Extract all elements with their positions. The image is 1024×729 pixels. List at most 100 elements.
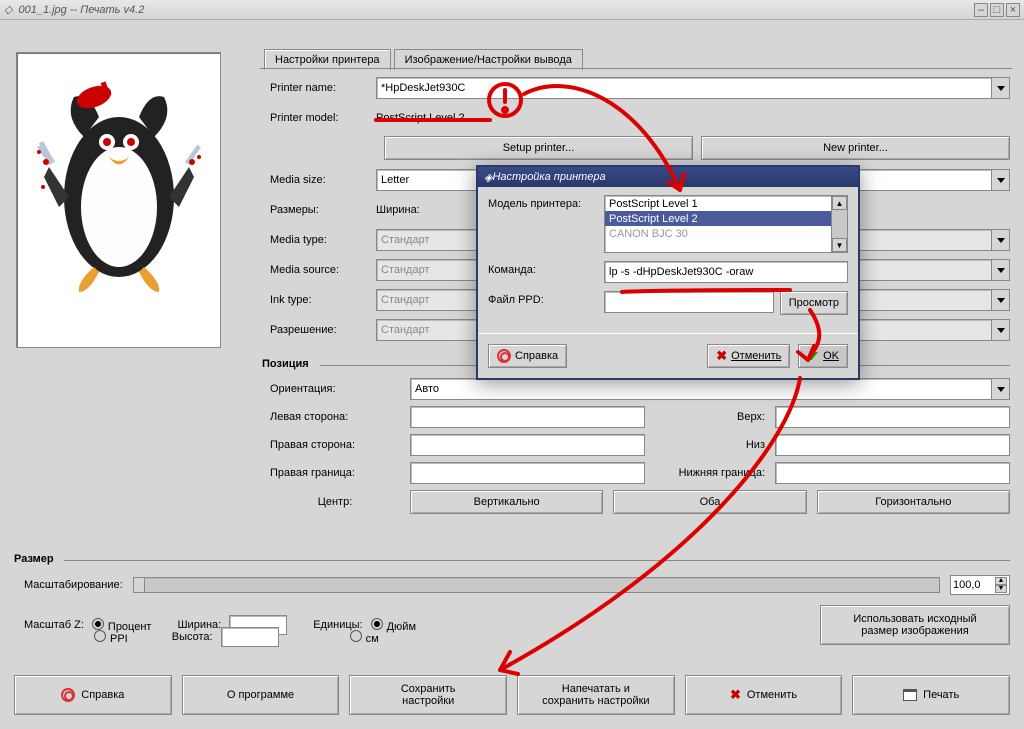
orientation-label: Ориентация: [270,383,400,395]
help-button[interactable]: Справка [14,675,172,715]
close-icon: × [1010,4,1016,16]
tab-strip: Настройки принтера Изображение/Настройки… [264,48,583,69]
cancel-icon: ✖ [716,348,727,364]
printer-setup-dialog: ◈ Настройка принтера Модель принтера: Po… [476,165,860,380]
modal-separator [478,333,858,334]
scroll-up-icon[interactable]: ▲ [832,196,847,210]
radio-icon [350,630,362,642]
list-item-selected[interactable]: PostScript Level 2 [605,211,847,226]
about-button[interactable]: О программе [182,675,340,715]
size-form: Масштабирование: 100,0 ▲▼ Масштаб Z: Про… [24,575,1010,647]
dropdown-icon[interactable] [991,170,1009,190]
cancel-button[interactable]: ✖Отменить [685,675,843,715]
new-printer-button[interactable]: New printer... [701,136,1010,160]
scaling-spinner[interactable]: 100,0 ▲▼ [950,575,1010,595]
command-value: lp -s -dHpDeskJet930C -oraw [609,266,753,278]
resolution-label: Разрешение: [270,324,370,336]
radio-icon [92,618,104,630]
orientation-value: Авто [415,383,439,395]
modal-help-button[interactable]: Справка [488,344,567,368]
printer-name-dropdown[interactable]: *HpDeskJet930C [376,77,1010,99]
listbox-scrollbar[interactable]: ▲▼ [831,196,847,252]
maximize-icon: □ [994,4,1001,16]
slider-thumb[interactable] [133,577,145,593]
dropdown-icon[interactable] [991,230,1009,250]
tab-underline [260,68,1012,69]
printer-model-listbox[interactable]: PostScript Level 1 PostScript Level 2 CA… [604,195,848,253]
save-settings-button[interactable]: Сохранить настройки [349,675,507,715]
print-icon [903,689,917,701]
list-item[interactable]: PostScript Level 1 [605,196,847,211]
position-section-label: Позиция [262,358,309,370]
tab-printer-settings[interactable]: Настройки принтера [264,49,391,70]
center-vertical-button[interactable]: Вертикально [410,490,603,514]
spin-down-icon[interactable]: ▼ [995,585,1007,593]
print-button[interactable]: Печать [852,675,1010,715]
bottom-input[interactable] [775,434,1010,456]
scaling-slider[interactable] [133,577,940,593]
close-button[interactable]: × [1006,3,1020,17]
size-section-label: Размер [14,553,54,565]
list-item[interactable]: CANON BJC 30 [605,226,847,241]
dropdown-icon[interactable] [991,260,1009,280]
media-size-value: Letter [381,174,409,186]
browse-button[interactable]: Просмотр [780,291,848,315]
dropdown-icon[interactable] [991,78,1009,98]
bottom-border-label: Нижняя граница: [655,467,765,479]
dialog-title: Настройка принтера [492,171,605,183]
modal-ppd-label: Файл PPD: [488,291,598,306]
scroll-track[interactable] [832,210,847,238]
modal-cancel-button[interactable]: ✖Отменить [707,344,790,368]
width-label: Ширина: [177,619,221,631]
top-input[interactable] [775,406,1010,428]
right-side-input[interactable] [410,434,645,456]
dialog-titlebar[interactable]: ◈ Настройка принтера [478,167,858,187]
radio-ppi[interactable]: PPI [94,630,128,645]
print-and-save-button[interactable]: Напечатать и сохранить настройки [517,675,675,715]
right-border-input[interactable] [410,462,645,484]
height-input[interactable] [221,627,279,647]
center-horizontal-button[interactable]: Горизонтально [817,490,1010,514]
radio-icon [371,618,383,630]
help-icon [497,349,511,363]
scale-z-label: Масштаб Z: [24,619,84,631]
ink-type-label: Ink type: [270,294,370,306]
window-icon: ◇ [4,3,12,16]
dimensions-label: Размеры: [270,204,370,216]
command-input[interactable]: lp -s -dHpDeskJet930C -oraw [604,261,848,283]
height-label: Высота: [172,631,213,643]
orientation-dropdown[interactable]: Авто [410,378,1010,400]
setup-printer-button[interactable]: Setup printer... [384,136,693,160]
center-both-button[interactable]: Оба [613,490,806,514]
ink-type-value: Стандарт [381,294,430,306]
ppd-input[interactable] [604,291,774,313]
printer-name-label: Printer name: [270,82,370,94]
media-size-label: Media size: [270,174,370,186]
radio-cm[interactable]: см [350,630,379,645]
image-preview [16,52,221,348]
top-label: Верх: [655,411,765,423]
minimize-button[interactable]: – [974,3,988,17]
cancel-icon: ✖ [730,687,741,703]
width-sublabel: Ширина: [376,204,420,216]
right-border-label: Правая граница: [270,467,400,479]
dropdown-icon[interactable] [991,320,1009,340]
spin-up-icon[interactable]: ▲ [995,577,1007,585]
use-original-size-button[interactable]: Использовать исходный размер изображения [820,605,1010,645]
printer-model-value: PostScript Level 2 [376,112,465,124]
window-title: 001_1.jpg -- Печать v4.2 [18,4,144,16]
tab-output-settings[interactable]: Изображение/Настройки вывода [394,49,583,70]
position-form: Ориентация: Авто Левая сторона: Верх: Пр… [270,378,1010,520]
dropdown-icon[interactable] [991,379,1009,399]
resolution-value: Стандарт [381,324,430,336]
ok-icon: ✔ [807,348,819,365]
scroll-down-icon[interactable]: ▼ [832,238,847,252]
bottom-border-input[interactable] [775,462,1010,484]
left-side-label: Левая сторона: [270,411,400,423]
modal-ok-button[interactable]: ✔OK [798,344,848,368]
maximize-button[interactable]: □ [990,3,1004,17]
left-side-input[interactable] [410,406,645,428]
printer-name-value: *HpDeskJet930C [381,82,465,94]
media-type-label: Media type: [270,234,370,246]
dropdown-icon[interactable] [991,290,1009,310]
